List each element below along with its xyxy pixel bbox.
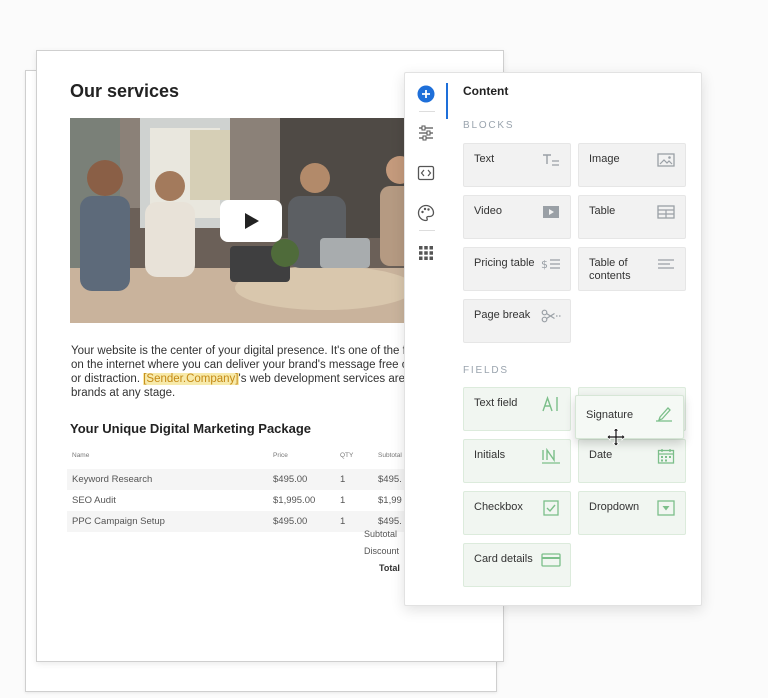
field-initials[interactable]: Initials [463,439,571,483]
paragraph-line: on the internet where you can deliver yo… [71,359,412,371]
tile-label: Video [474,205,502,217]
intro-paragraph: Your website is the center of your digit… [71,344,421,400]
discount-label: Discount [364,546,400,556]
embed-icon [417,165,435,181]
content-panel: Content BLOCKS Text Image Video Table Pr… [404,72,702,606]
rail-design-tab[interactable] [415,202,437,224]
table-row: Keyword Research $495.00 1 $495. [67,469,413,490]
page-title: Our services [70,81,180,101]
palette-icon [417,204,435,222]
tile-label: Checkbox [474,501,523,513]
panel-title: Content [463,84,509,98]
field-checkbox[interactable]: Checkbox [463,491,571,535]
initials-icon [541,448,561,464]
tile-label: Text field [474,397,518,409]
block-table-of-contents[interactable]: Table of contents [578,247,686,291]
play-icon [245,213,259,229]
cell-qty: 1 [340,495,346,506]
block-table[interactable]: Table [578,195,686,239]
toc-icon [656,256,676,272]
pricing-table[interactable]: Name Price QTY Subtotal Keyword Research… [67,449,413,532]
block-image[interactable]: Image [578,143,686,187]
field-card-details[interactable]: Card details [463,543,571,587]
table-header-row: Name Price QTY Subtotal [67,449,413,469]
block-video[interactable]: Video [463,195,571,239]
block-page-break[interactable]: Page break [463,299,571,343]
card-icon [541,552,561,568]
grid-icon [419,246,433,260]
play-button[interactable] [220,200,282,242]
rail-divider [419,111,435,112]
tile-label: Table [589,205,616,217]
image-icon [656,152,676,168]
paragraph-line: or distraction. [Sender.Company]'s web d… [71,372,416,386]
column-header: QTY [340,451,354,459]
calendar-icon [656,448,676,464]
svg-text:$: $ [541,258,548,271]
totals-block: Subtotal Discount Total [364,529,400,580]
text-field-icon [541,396,561,412]
paragraph-line: Your website is the center of your digit… [71,345,421,357]
tile-label: Image [589,153,620,165]
table-row: PPC Campaign Setup $495.00 1 $495. [67,511,413,532]
rail-divider [419,230,435,231]
package-title: Your Unique Digital Marketing Package [70,421,312,436]
rail-apps-tab[interactable] [415,242,437,264]
cell-price: $495.00 [268,511,335,532]
field-date[interactable]: Date [578,439,686,483]
tile-label: Table of contents [589,257,631,282]
paragraph-text: or distraction. [71,373,144,385]
total-label: Total [379,563,400,573]
tile-label: Initials [474,449,506,461]
block-pricing-table[interactable]: Pricing table $ [463,247,571,291]
cell-name: Keyword Research [67,469,268,490]
field-dropdown[interactable]: Dropdown [578,491,686,535]
block-text[interactable]: Text [463,143,571,187]
add-icon [417,85,435,103]
tile-label: Signature [586,409,634,421]
column-header: Price [273,451,288,459]
rail-embed-tab[interactable] [415,162,437,184]
table-row: SEO Audit $1,995.00 1 $1,99 [67,490,413,511]
field-text-field[interactable]: Text field [463,387,571,431]
text-icon [541,152,561,168]
cell-price: $1,995.00 [273,495,316,506]
pricing-table-icon: $ [541,256,561,272]
checkbox-icon [541,500,561,516]
panel-rail [405,73,447,605]
paragraph-text: 's web development services are p [238,373,415,385]
rail-content-tab[interactable] [415,83,437,105]
paragraph-line: brands at any stage. [71,387,176,399]
rail-settings-tab[interactable] [415,122,437,144]
tile-label: Pricing table [474,257,535,269]
tile-label: Text [474,153,495,165]
tile-label: Card details [474,553,533,565]
tile-label: Date [589,449,613,461]
column-header: Name [72,451,90,459]
sender-company-token[interactable]: [Sender.Company] [143,373,239,385]
cell-qty: 1 [335,469,373,490]
sliders-icon [419,125,433,141]
video-icon [541,204,561,220]
tile-label: Dropdown [589,501,640,513]
cell-name: SEO Audit [72,495,116,506]
active-tab-indicator [446,83,448,119]
dropdown-icon [656,500,676,516]
tile-label: Page break [474,309,531,321]
blocks-section-label: BLOCKS [463,120,515,131]
signature-icon [654,406,674,422]
fields-section-label: FIELDS [463,365,509,376]
field-signature[interactable]: Signature [575,395,684,439]
cell-name: PPC Campaign Setup [67,511,268,532]
subtotal-label: Subtotal [364,529,398,539]
table-icon [656,204,676,220]
video-thumbnail[interactable] [70,118,415,323]
cell-price: $495.00 [268,469,335,490]
scissors-icon [541,308,561,324]
